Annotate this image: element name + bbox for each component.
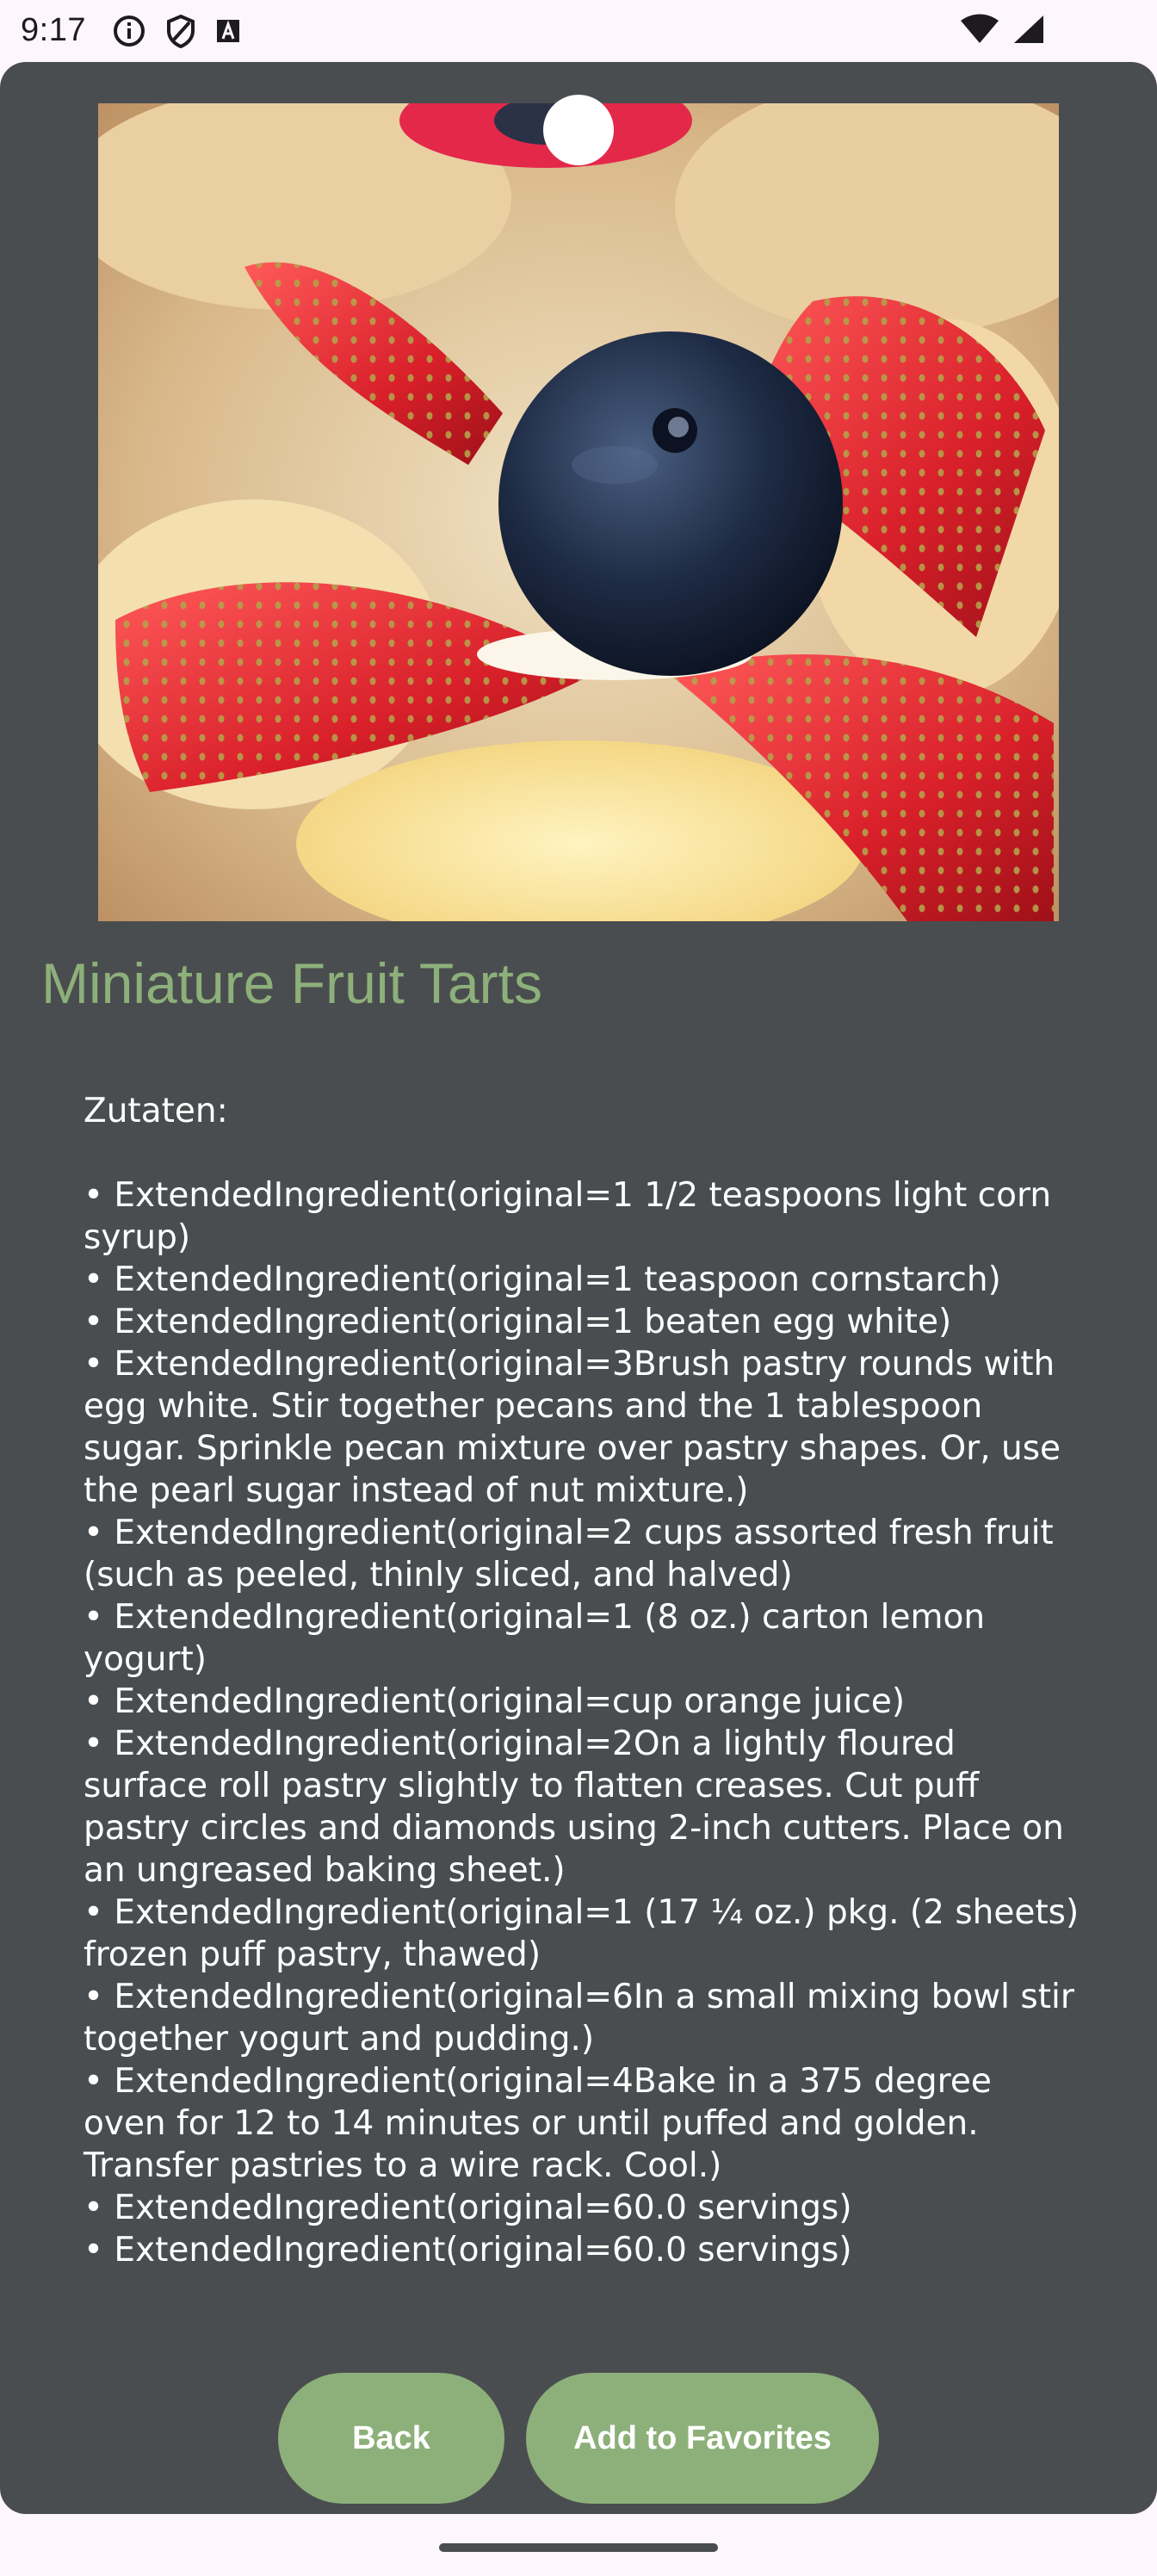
info-icon: [112, 14, 146, 53]
add-to-favorites-button[interactable]: Add to Favorites: [526, 2373, 879, 2504]
keyboard-icon: [215, 18, 241, 48]
recipe-title: Miniature Fruit Tarts: [41, 951, 542, 1015]
ingredient-item: • ExtendedIngredient(original=2On a ligh…: [84, 1725, 1064, 1890]
back-button[interactable]: Back: [278, 2373, 504, 2504]
ingredients-heading: Zutaten:: [84, 1092, 228, 1130]
status-bar: 9:17: [0, 0, 1157, 62]
camera-cutout: [543, 95, 614, 165]
ingredient-item: • ExtendedIngredient(original=6In a smal…: [84, 1978, 1074, 2059]
shield-icon: [165, 14, 196, 53]
ingredient-item: • ExtendedIngredient(original=3Brush pas…: [84, 1345, 1061, 1510]
ingredient-item: • ExtendedIngredient(original=1 (8 oz.) …: [84, 1598, 986, 1679]
ingredient-item: • ExtendedIngredient(original=1 teaspoon…: [84, 1260, 1001, 1299]
gesture-handle[interactable]: [439, 2543, 718, 2552]
status-icons-left: [112, 14, 241, 53]
ingredients-list: Zutaten: • ExtendedIngredient(original=1…: [84, 1090, 1082, 2271]
ingredient-item: • ExtendedIngredient(original=1 1/2 teas…: [84, 1176, 1052, 1257]
status-icons-right: [959, 14, 1045, 49]
recipe-image: [98, 103, 1059, 921]
wifi-icon: [959, 14, 1000, 49]
ingredient-item: • ExtendedIngredient(original=60.0 servi…: [84, 2231, 852, 2269]
ingredient-item: • ExtendedIngredient(original=60.0 servi…: [84, 2189, 852, 2227]
navigation-bar: [0, 2514, 1157, 2576]
ingredient-item: • ExtendedIngredient(original=cup orange…: [84, 1682, 906, 1721]
recipe-detail-screen: Miniature Fruit Tarts Zutaten: • Extende…: [0, 62, 1157, 2514]
ingredient-item: • ExtendedIngredient(original=1 (17 ¼ oz…: [84, 1893, 1080, 1974]
signal-icon: [1012, 14, 1045, 49]
ingredient-item: • ExtendedIngredient(original=1 beaten e…: [84, 1303, 952, 1341]
status-time: 9:17: [21, 12, 86, 48]
ingredient-item: • ExtendedIngredient(original=2 cups ass…: [84, 1514, 1054, 1595]
ingredient-item: • ExtendedIngredient(original=4Bake in a…: [84, 2062, 992, 2185]
